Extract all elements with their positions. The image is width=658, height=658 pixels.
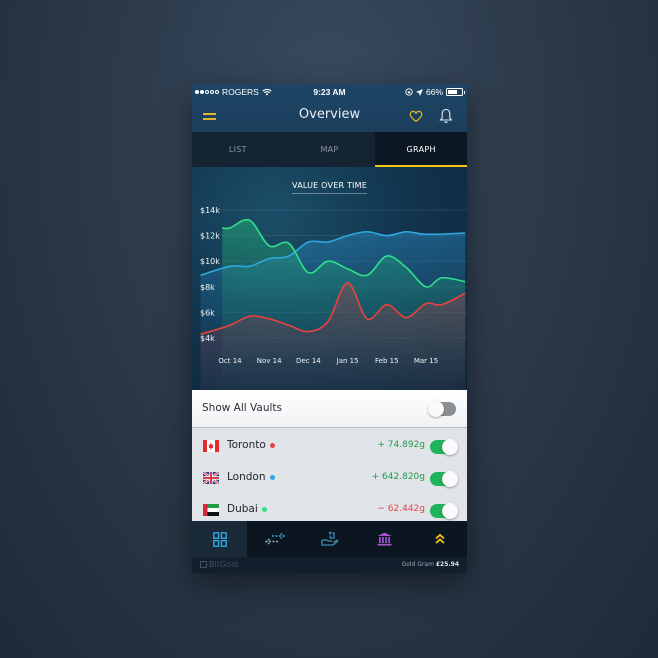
- nav-deposit[interactable]: [302, 521, 357, 557]
- vault-change: + 74.892g: [377, 440, 425, 450]
- y-tick-label: $10k: [200, 257, 220, 266]
- nav-bank[interactable]: [357, 521, 412, 557]
- x-tick-label: Oct 14: [218, 357, 242, 365]
- canada-flag-icon: [203, 440, 219, 452]
- rotation-lock-icon: [405, 88, 413, 96]
- battery-icon: [446, 88, 465, 96]
- heart-icon[interactable]: [409, 110, 423, 123]
- vault-row-toronto: Toronto + 74.892g: [192, 431, 467, 463]
- value-chart: $4k $6k $8k $10k $12k $14k Oct 14 Nov 14 Dec 14…: [192, 167, 467, 390]
- tab-graph[interactable]: GRAPH: [375, 132, 467, 167]
- brand-logo: BitGold: [200, 560, 238, 569]
- chart-svg: $4k $6k $8k $10k $12k $14k Oct 14 Nov 14 Dec 14…: [200, 206, 467, 390]
- series-color-dot: [261, 506, 267, 512]
- nav-more[interactable]: [412, 521, 467, 557]
- show-all-vaults-label: Show All Vaults: [202, 402, 282, 414]
- vault-city: London: [227, 471, 266, 483]
- x-tick-label: Dec 14: [296, 357, 321, 365]
- grid-icon: [212, 531, 227, 547]
- series-color-dot: [269, 442, 275, 448]
- nav-bar: Overview: [192, 101, 467, 132]
- y-tick-label: $14k: [200, 206, 220, 215]
- nav-transfer[interactable]: [247, 521, 302, 557]
- uk-flag-icon: [203, 472, 219, 484]
- hand-coin-icon: [320, 531, 338, 546]
- vault-city: Dubai: [227, 503, 258, 515]
- vaults-panel: Show All Vaults Toronto + 74.892g London…: [192, 390, 467, 522]
- footer: BitGold Gold Gram £25.94: [192, 557, 467, 573]
- battery-percent: 66%: [425, 87, 443, 97]
- y-tick-label: $4k: [200, 334, 215, 343]
- vault-change: − 62.442g: [377, 504, 425, 514]
- app-header: ROGERS 9:23 AM 66% Overview: [192, 84, 467, 132]
- transfer-arrows-icon: [264, 533, 285, 545]
- gold-price: Gold Gram £25.94: [401, 561, 459, 568]
- vault-row-london: London + 642.820g: [192, 463, 467, 495]
- vault-toggle-toronto[interactable]: [430, 439, 458, 455]
- phone-screen: ROGERS 9:23 AM 66% Overview LIST MAP GRA…: [192, 84, 467, 573]
- y-tick-label: $8k: [200, 283, 215, 292]
- x-tick-label: Mar 15: [414, 357, 438, 365]
- chevrons-up-icon: [434, 533, 445, 544]
- show-all-vaults-toggle[interactable]: [428, 401, 456, 417]
- series-color-dot: [269, 474, 275, 480]
- vault-toggle-dubai[interactable]: [430, 503, 458, 519]
- x-tick-label: Jan 15: [336, 357, 359, 365]
- nav-dashboard[interactable]: [192, 521, 247, 557]
- bottom-nav: [192, 521, 467, 557]
- page-title: Overview: [298, 107, 361, 122]
- tab-list[interactable]: LIST: [192, 132, 284, 167]
- tab-map[interactable]: MAP: [284, 132, 376, 167]
- view-tabs: LIST MAP GRAPH: [192, 132, 467, 167]
- x-tick-label: Feb 15: [375, 357, 399, 365]
- show-all-vaults-row: Show All Vaults: [192, 390, 467, 428]
- vault-city: Toronto: [227, 439, 266, 451]
- vault-toggle-london[interactable]: [430, 471, 458, 487]
- chart-title: VALUE OVER TIME: [192, 181, 467, 194]
- status-bar: ROGERS 9:23 AM 66%: [192, 84, 467, 101]
- bitgold-logo-icon: [200, 561, 207, 568]
- y-tick-label: $6k: [200, 308, 215, 317]
- uae-flag-icon: [203, 504, 219, 516]
- x-tick-label: Nov 14: [257, 357, 282, 365]
- location-arrow-icon: [415, 88, 423, 96]
- vault-change: + 642.820g: [371, 472, 425, 482]
- bank-icon: [377, 532, 392, 546]
- bell-icon[interactable]: [439, 108, 453, 124]
- y-tick-label: $12k: [200, 232, 220, 241]
